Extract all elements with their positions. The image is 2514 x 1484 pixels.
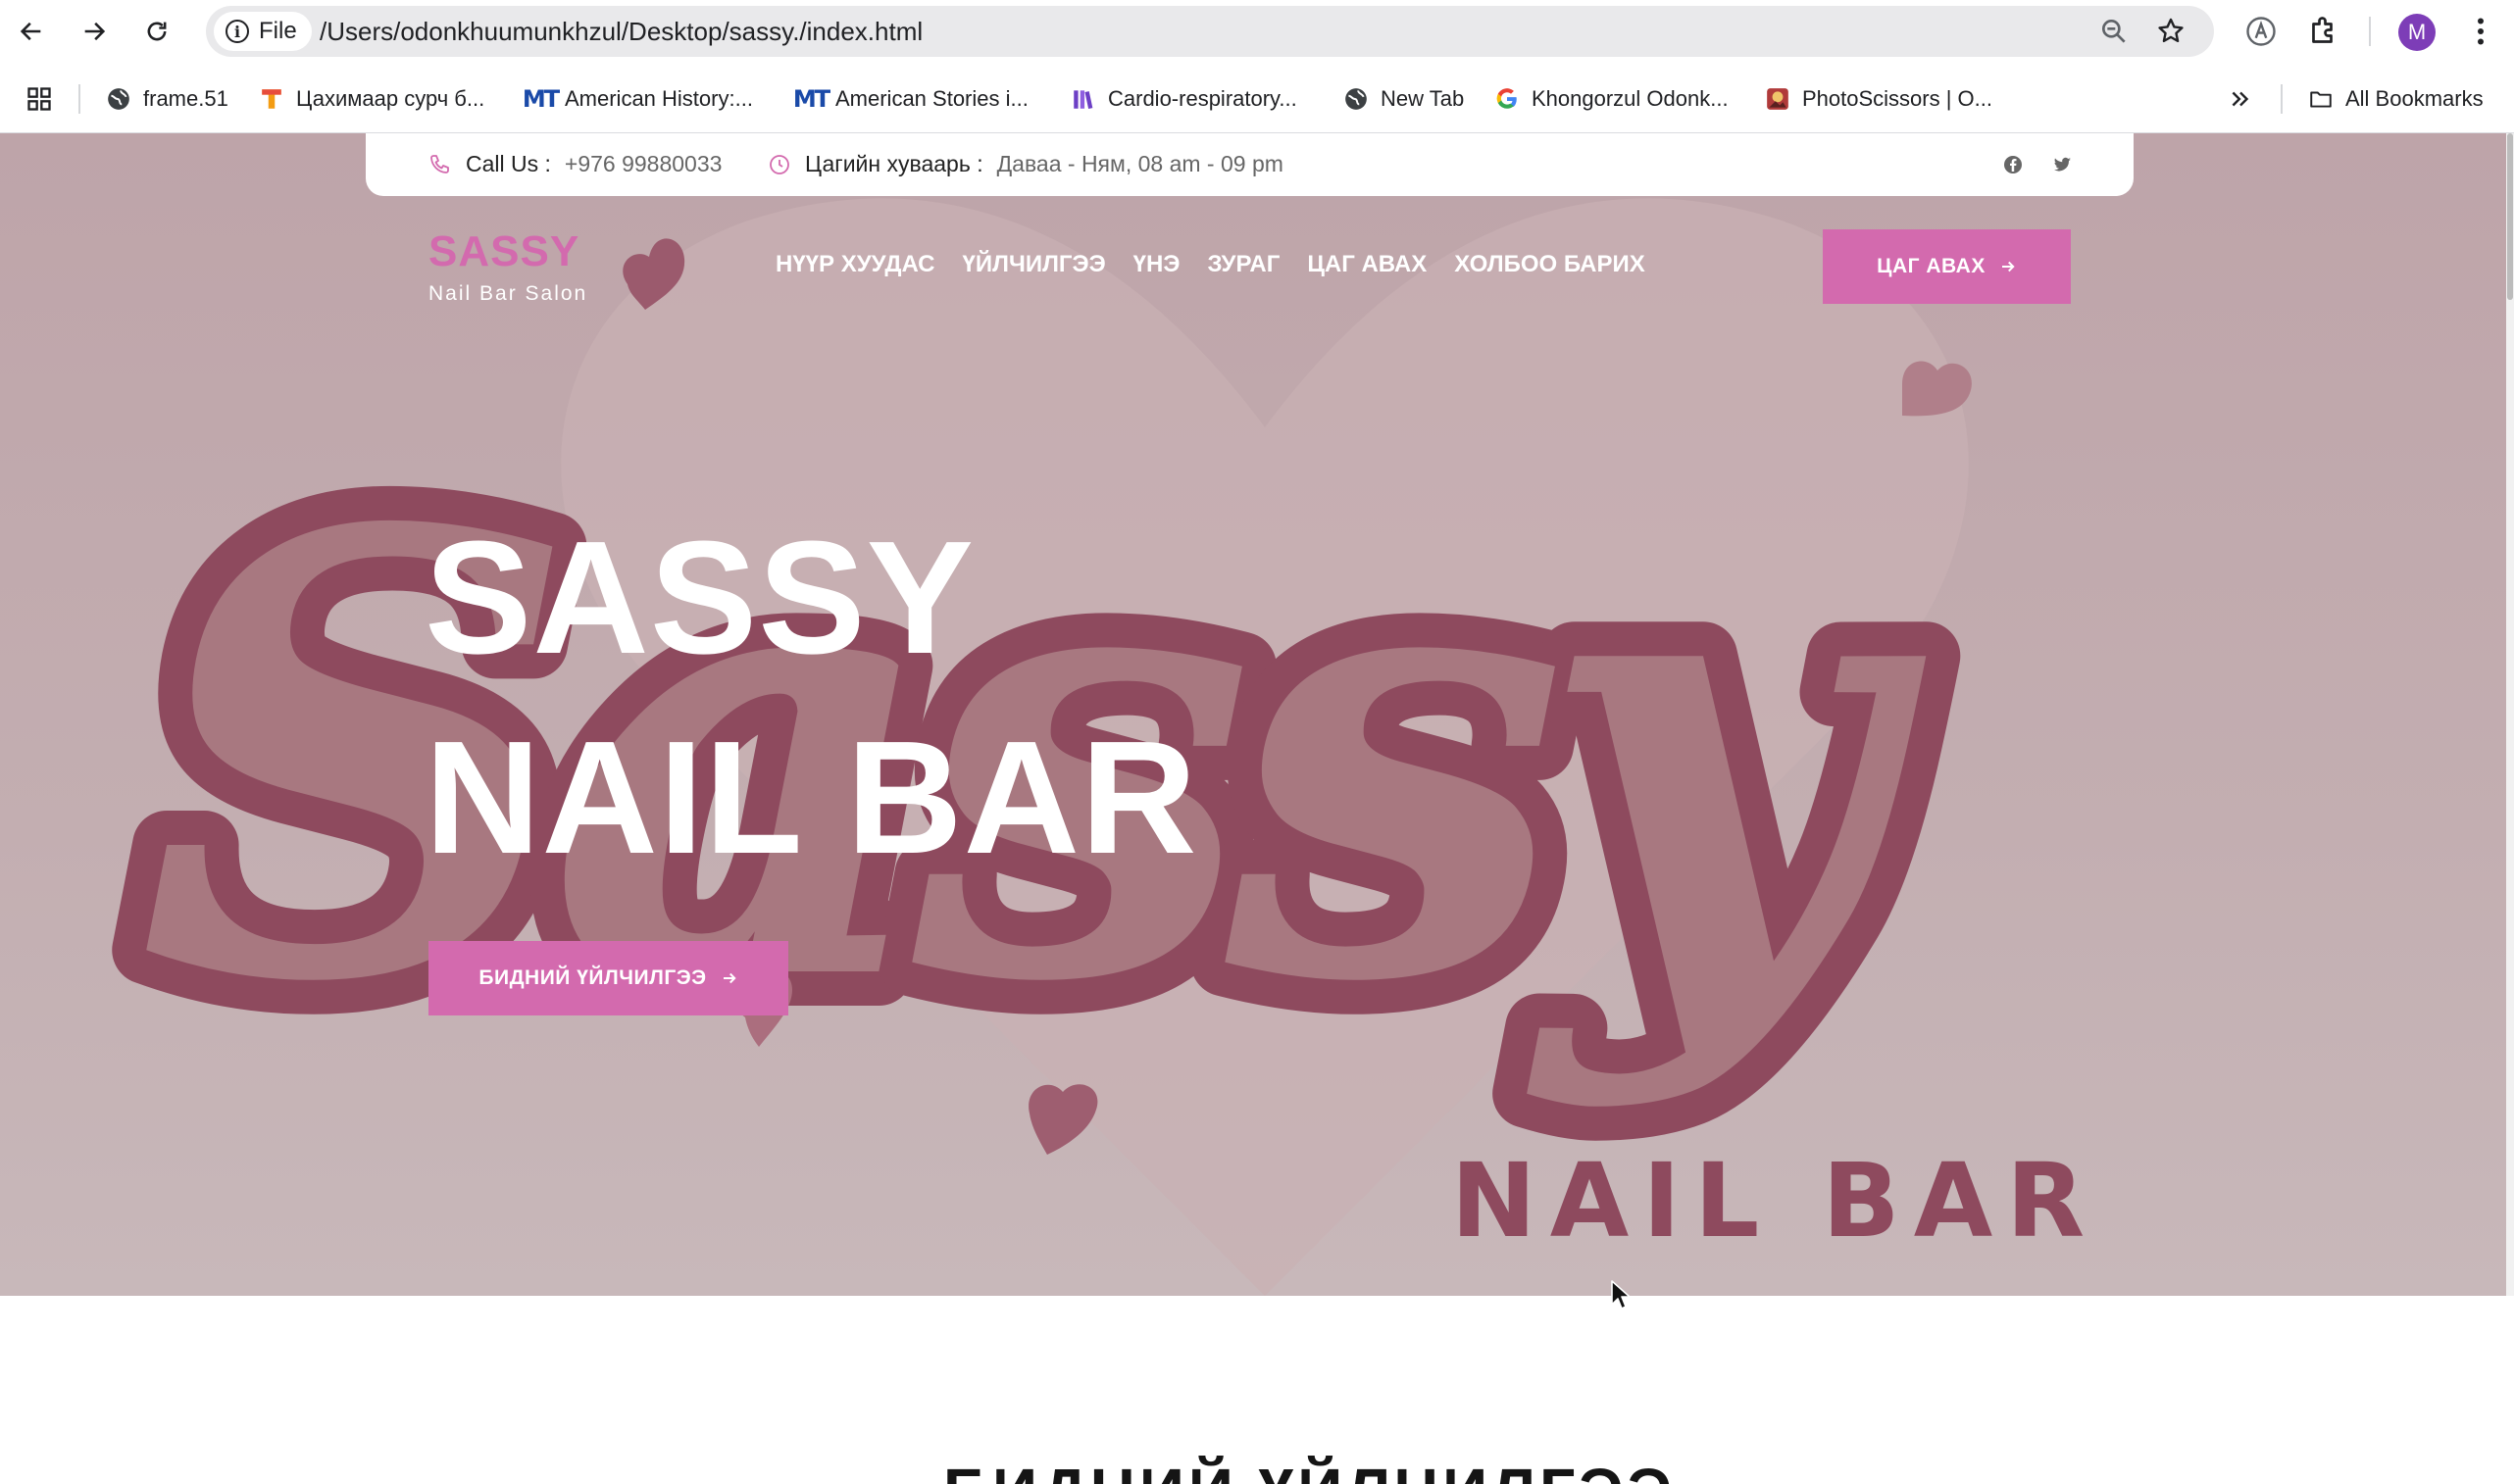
mt-favicon: MT [522,85,560,113]
bookmark-label: American Stories i... [835,86,1029,111]
folder-icon [2308,86,2334,112]
bookmark-item[interactable]: New Tab [1343,84,1464,114]
nav-link-services[interactable]: ҮЙЛЧИЛГЭЭ [963,251,1106,278]
logo-subtitle: Nail Bar Salon [428,282,588,305]
phone-icon [430,154,449,173]
our-services-button[interactable]: БИДНИЙ ҮЙЛЧИЛГЭЭ [428,941,788,1015]
heart-decoration [1029,1084,1098,1155]
reload-button[interactable] [137,12,176,51]
bookmark-label: Khongorzul Odonk... [1532,86,1729,111]
zoom-icon[interactable] [2098,16,2130,47]
logo-title: SASSY [428,227,580,275]
more-menu-icon[interactable] [2463,14,2498,49]
hero-background-art: Sassy Sassy NAIL BAR [104,198,2099,1296]
bookmark-label: American History:... [565,86,753,111]
mouse-cursor [1611,1280,1631,1310]
books-favicon [1071,86,1096,112]
forward-button[interactable] [75,12,114,51]
all-bookmarks-label: All Bookmarks [2345,86,2484,111]
bookmark-label: New Tab [1381,86,1465,111]
all-bookmarks-folder[interactable]: All Bookmarks [2308,84,2484,114]
chevron-double-right-icon[interactable] [2228,86,2253,112]
bookmark-item[interactable]: MT American History:... [522,84,753,114]
browser-toolbar: i File /Users/odonkhuumunkhzul/Desktop/s… [0,0,2514,63]
apps-grid-icon[interactable] [25,85,53,113]
scrollbar-thumb[interactable] [2507,133,2513,300]
hours-value: Даваа - Ням, 08 am - 09 pm [996,151,1283,176]
address-bar[interactable]: i File /Users/odonkhuumunkhzul/Desktop/s… [206,6,2214,57]
page-scrollbar[interactable] [2506,133,2514,1296]
hero-art-caption: NAIL BAR [1451,1141,2099,1261]
globe-icon [106,86,131,112]
nav-link-gallery[interactable]: ЗУРАГ [1207,251,1280,278]
info-icon: i [226,20,249,43]
book-appointment-label: ЦАГ АВАХ [1877,255,1986,277]
bookmark-star-icon[interactable] [2155,16,2187,47]
nav-link-contact[interactable]: ХОЛБОО БАРИХ [1454,251,1644,278]
bookmark-item[interactable]: MT American Stories i... [792,84,1029,114]
call-us-item[interactable]: Call Us : +976 99880033 [428,151,722,177]
bookmark-label: frame.51 [143,86,228,111]
clock-icon [770,154,789,174]
bookmark-item[interactable]: Цахимаар сурч б... [259,84,484,114]
phone-number[interactable]: +976 99880033 [565,151,723,177]
opening-hours-item: Цагийн хуваарь : Даваа - Ням, 08 am - 09… [768,151,1283,177]
our-services-label: БИДНИЙ ҮЙЛЧИЛГЭЭ [478,966,707,989]
bookmarks-bar: frame.51 Цахимаар сурч б... MT American … [0,63,2514,133]
arrow-right-icon [723,972,736,984]
google-icon [1494,86,1520,112]
arrow-left-icon [20,22,41,41]
tahimaar-favicon [259,86,284,112]
hero-title-line-2: NAIL BAR [425,708,1198,887]
bookmark-label: Цахимаар сурч б... [296,86,485,111]
site-info-chip[interactable]: i File [214,12,312,51]
profile-avatar[interactable]: M [2398,14,2436,51]
bookmark-label: Cardio-respiratory... [1108,86,1297,111]
hero-section: Sassy Sassy NAIL BAR Call Us : +976 9988… [0,133,2506,1296]
nav-link-home[interactable]: НҮҮР ХУУДАС [776,251,935,278]
bookmark-item[interactable]: PhotoScissors | O... [1765,84,1992,114]
twitter-icon[interactable] [2050,153,2074,176]
facebook-icon[interactable] [2001,153,2025,176]
bookmarks-divider [2281,84,2283,114]
bookmark-item[interactable]: frame.51 [106,84,228,114]
url-text[interactable]: /Users/odonkhuumunkhzul/Desktop/sassy./i… [320,17,923,47]
top-info-bar: Call Us : +976 99880033 Цагийн хуваарь :… [366,133,2134,196]
hours-label: Цагийн хуваарь : [805,151,983,176]
arrow-right-icon [84,22,106,41]
bookmark-item[interactable]: Cardio-respiratory... [1071,84,1297,114]
photoscissors-favicon [1765,86,1790,112]
bookmark-label: PhotoScissors | O... [1802,86,1993,111]
translate-icon[interactable] [2243,14,2279,49]
site-info-label: File [259,18,297,44]
nav-link-prices[interactable]: ҮНЭ [1133,251,1181,278]
main-navigation: НҮҮР ХУУДАС ҮЙЛЧИЛГЭЭ ҮНЭ ЗУРАГ ЦАГ АВАХ… [776,251,1645,278]
globe-icon [1343,86,1369,112]
call-us-label: Call Us : [466,151,551,176]
book-appointment-button[interactable]: ЦАГ АВАХ [1823,229,2071,304]
bookmark-item[interactable]: Khongorzul Odonk... [1494,84,1729,114]
hero-title-line-1: SASSY [425,508,975,687]
arrow-right-icon [2001,261,2015,272]
extensions-icon[interactable] [2306,14,2341,49]
toolbar-divider [2369,17,2371,46]
mt-favicon: MT [792,85,830,113]
page-viewport: Sassy Sassy NAIL BAR Call Us : +976 9988… [0,133,2514,1484]
nav-link-booking[interactable]: ЦАГ АВАХ [1307,251,1427,278]
services-section-title: БИДНИЙ ҮЙЛЧИЛГЭЭ [943,1455,1676,1484]
bookmarks-divider [78,84,80,114]
back-button[interactable] [12,12,51,51]
reload-icon [147,22,167,41]
